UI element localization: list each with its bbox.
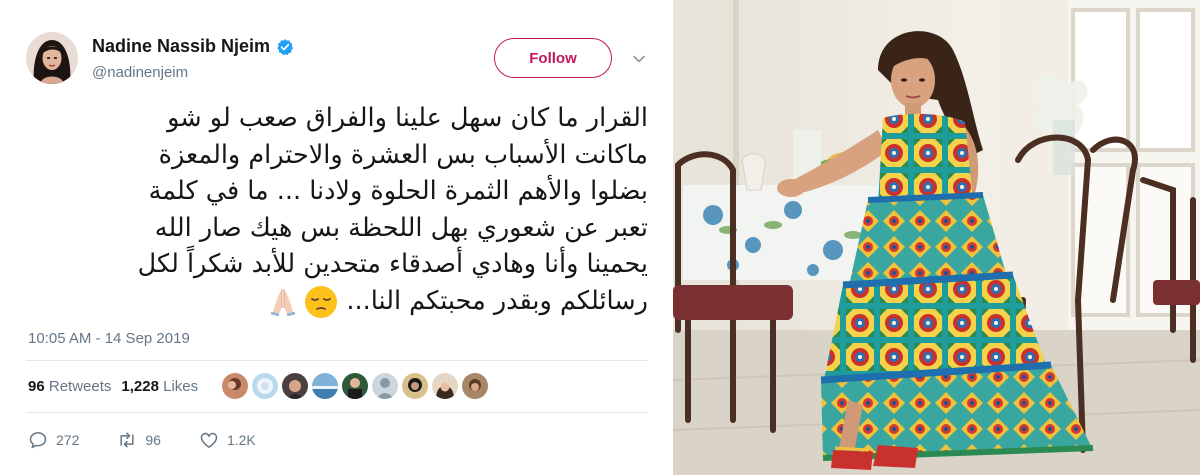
liker-avatar[interactable] [462,373,488,399]
likes-label: Likes [163,378,199,395]
verified-badge-icon [276,38,294,56]
author-name-row[interactable]: Nadine Nassib Njeim [92,36,294,57]
author-avatar[interactable] [26,32,78,84]
reply-button[interactable]: 272 [28,430,79,450]
pensive-face-emoji [305,285,338,318]
like-count: 1.2K [226,432,256,448]
retweets-label: Retweets [48,378,112,395]
liker-avatar[interactable] [282,373,308,399]
divider [26,360,648,361]
tweet-text-line-last: رسائلكم وبقدر محبتكم النا... [30,283,648,320]
liker-avatar[interactable] [252,373,278,399]
tweet-emojis [266,285,338,319]
author-display-name[interactable]: Nadine Nassib Njeim [92,36,270,57]
liker-avatar[interactable] [222,373,248,399]
tweet-text-line: ماكانت الأسباب بس العشرة والاحترام والمع… [158,139,648,170]
tweet-text-line: القرار ما كان سهل علينا والفراق صعب لو ش… [167,103,648,133]
tweet-text: القرار ما كان سهل علينا والفراق صعب لو ش… [30,100,648,319]
liker-avatar[interactable] [312,373,338,399]
tweet-timestamp[interactable]: 10:05 AM - 14 Sep 2019 [28,330,190,347]
tweet-actions: 272 96 1.2K [28,430,294,450]
liker-avatar[interactable] [402,373,428,399]
heart-icon [200,432,218,448]
liker-avatar[interactable] [432,373,458,399]
woman-in-patterned-dress-seated-at-table-photo [673,0,1200,475]
follow-button[interactable]: Follow [494,38,612,78]
liker-avatar[interactable] [342,373,368,399]
tweet-text-line: بضلوا والأهم الثمرة الحلوة ولادنا ... ما… [148,176,648,206]
folded-hands-emoji [271,288,296,316]
retweets-count: 96 [28,378,45,395]
tweet-card: Nadine Nassib Njeim @nadinenjeim Follow … [0,0,668,475]
liker-avatar[interactable] [372,373,398,399]
tweet-text-line: تعبر عن شعوري بهل اللحظة بس هيك صار الله [154,212,648,243]
divider [26,412,648,413]
likes-count: 1,228 [121,378,159,395]
like-button[interactable]: 1.2K [199,430,256,450]
tweet-text-line: يحمينا وأنا وهادي أصدقاء متحدين للأبد شك… [137,249,648,279]
retweet-icon [120,432,134,448]
likes-stat[interactable]: 1,228 Likes [121,378,198,395]
tweet-stats: 96 Retweets 1,228 Likes [28,378,198,395]
reply-icon [29,432,47,449]
retweet-button[interactable]: 96 [117,430,161,450]
retweets-stat[interactable]: 96 Retweets [28,378,111,395]
likers-avatars [222,373,488,399]
tweet-text-line: رسائلكم وبقدر محبتكم النا... [346,285,648,316]
retweet-count: 96 [145,432,161,448]
reply-count: 272 [56,432,80,448]
chevron-down-icon[interactable] [632,52,646,66]
author-handle[interactable]: @nadinenjeim [92,64,188,81]
